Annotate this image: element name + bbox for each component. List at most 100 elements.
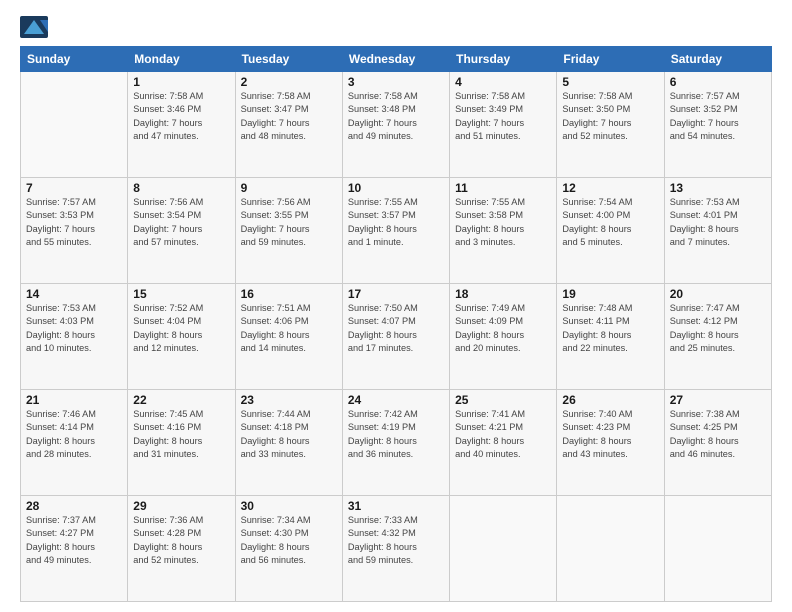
day-info: Sunrise: 7:42 AMSunset: 4:19 PMDaylight:…	[348, 408, 444, 461]
calendar-cell: 8Sunrise: 7:56 AMSunset: 3:54 PMDaylight…	[128, 178, 235, 284]
calendar-cell: 13Sunrise: 7:53 AMSunset: 4:01 PMDayligh…	[664, 178, 771, 284]
day-number: 15	[133, 287, 229, 301]
day-number: 16	[241, 287, 337, 301]
calendar-cell: 18Sunrise: 7:49 AMSunset: 4:09 PMDayligh…	[450, 284, 557, 390]
day-number: 11	[455, 181, 551, 195]
day-number: 8	[133, 181, 229, 195]
calendar-cell: 11Sunrise: 7:55 AMSunset: 3:58 PMDayligh…	[450, 178, 557, 284]
calendar-cell: 2Sunrise: 7:58 AMSunset: 3:47 PMDaylight…	[235, 72, 342, 178]
calendar-cell: 5Sunrise: 7:58 AMSunset: 3:50 PMDaylight…	[557, 72, 664, 178]
day-number: 12	[562, 181, 658, 195]
calendar-cell	[664, 496, 771, 602]
day-number: 5	[562, 75, 658, 89]
day-info: Sunrise: 7:40 AMSunset: 4:23 PMDaylight:…	[562, 408, 658, 461]
calendar-cell: 21Sunrise: 7:46 AMSunset: 4:14 PMDayligh…	[21, 390, 128, 496]
day-number: 30	[241, 499, 337, 513]
day-info: Sunrise: 7:48 AMSunset: 4:11 PMDaylight:…	[562, 302, 658, 355]
day-number: 25	[455, 393, 551, 407]
logo	[20, 16, 52, 38]
day-info: Sunrise: 7:52 AMSunset: 4:04 PMDaylight:…	[133, 302, 229, 355]
day-number: 4	[455, 75, 551, 89]
day-number: 19	[562, 287, 658, 301]
day-info: Sunrise: 7:38 AMSunset: 4:25 PMDaylight:…	[670, 408, 766, 461]
weekday-header-thursday: Thursday	[450, 47, 557, 72]
day-info: Sunrise: 7:58 AMSunset: 3:50 PMDaylight:…	[562, 90, 658, 143]
day-info: Sunrise: 7:37 AMSunset: 4:27 PMDaylight:…	[26, 514, 122, 567]
day-number: 31	[348, 499, 444, 513]
day-info: Sunrise: 7:54 AMSunset: 4:00 PMDaylight:…	[562, 196, 658, 249]
day-number: 20	[670, 287, 766, 301]
weekday-header-tuesday: Tuesday	[235, 47, 342, 72]
day-info: Sunrise: 7:55 AMSunset: 3:57 PMDaylight:…	[348, 196, 444, 249]
day-number: 13	[670, 181, 766, 195]
calendar-cell: 17Sunrise: 7:50 AMSunset: 4:07 PMDayligh…	[342, 284, 449, 390]
weekday-header-wednesday: Wednesday	[342, 47, 449, 72]
weekday-header-sunday: Sunday	[21, 47, 128, 72]
calendar-cell: 19Sunrise: 7:48 AMSunset: 4:11 PMDayligh…	[557, 284, 664, 390]
day-info: Sunrise: 7:49 AMSunset: 4:09 PMDaylight:…	[455, 302, 551, 355]
calendar-cell: 27Sunrise: 7:38 AMSunset: 4:25 PMDayligh…	[664, 390, 771, 496]
calendar-cell: 28Sunrise: 7:37 AMSunset: 4:27 PMDayligh…	[21, 496, 128, 602]
weekday-header-row: SundayMondayTuesdayWednesdayThursdayFrid…	[21, 47, 772, 72]
weekday-header-saturday: Saturday	[664, 47, 771, 72]
logo-icon	[20, 16, 48, 38]
day-info: Sunrise: 7:51 AMSunset: 4:06 PMDaylight:…	[241, 302, 337, 355]
day-info: Sunrise: 7:47 AMSunset: 4:12 PMDaylight:…	[670, 302, 766, 355]
day-number: 2	[241, 75, 337, 89]
calendar-cell: 15Sunrise: 7:52 AMSunset: 4:04 PMDayligh…	[128, 284, 235, 390]
header	[20, 16, 772, 38]
day-number: 26	[562, 393, 658, 407]
day-info: Sunrise: 7:53 AMSunset: 4:01 PMDaylight:…	[670, 196, 766, 249]
day-info: Sunrise: 7:58 AMSunset: 3:47 PMDaylight:…	[241, 90, 337, 143]
calendar-cell	[450, 496, 557, 602]
calendar-cell: 1Sunrise: 7:58 AMSunset: 3:46 PMDaylight…	[128, 72, 235, 178]
day-info: Sunrise: 7:45 AMSunset: 4:16 PMDaylight:…	[133, 408, 229, 461]
calendar-cell: 31Sunrise: 7:33 AMSunset: 4:32 PMDayligh…	[342, 496, 449, 602]
day-info: Sunrise: 7:58 AMSunset: 3:46 PMDaylight:…	[133, 90, 229, 143]
day-info: Sunrise: 7:57 AMSunset: 3:53 PMDaylight:…	[26, 196, 122, 249]
day-info: Sunrise: 7:41 AMSunset: 4:21 PMDaylight:…	[455, 408, 551, 461]
day-info: Sunrise: 7:58 AMSunset: 3:49 PMDaylight:…	[455, 90, 551, 143]
day-number: 29	[133, 499, 229, 513]
calendar-cell: 20Sunrise: 7:47 AMSunset: 4:12 PMDayligh…	[664, 284, 771, 390]
calendar-cell: 9Sunrise: 7:56 AMSunset: 3:55 PMDaylight…	[235, 178, 342, 284]
day-number: 18	[455, 287, 551, 301]
weekday-header-monday: Monday	[128, 47, 235, 72]
week-row-2: 7Sunrise: 7:57 AMSunset: 3:53 PMDaylight…	[21, 178, 772, 284]
day-number: 24	[348, 393, 444, 407]
calendar-cell: 29Sunrise: 7:36 AMSunset: 4:28 PMDayligh…	[128, 496, 235, 602]
day-number: 28	[26, 499, 122, 513]
day-number: 9	[241, 181, 337, 195]
day-number: 14	[26, 287, 122, 301]
day-info: Sunrise: 7:58 AMSunset: 3:48 PMDaylight:…	[348, 90, 444, 143]
calendar-cell: 12Sunrise: 7:54 AMSunset: 4:00 PMDayligh…	[557, 178, 664, 284]
calendar-cell: 16Sunrise: 7:51 AMSunset: 4:06 PMDayligh…	[235, 284, 342, 390]
calendar-cell: 24Sunrise: 7:42 AMSunset: 4:19 PMDayligh…	[342, 390, 449, 496]
day-number: 17	[348, 287, 444, 301]
day-info: Sunrise: 7:46 AMSunset: 4:14 PMDaylight:…	[26, 408, 122, 461]
week-row-4: 21Sunrise: 7:46 AMSunset: 4:14 PMDayligh…	[21, 390, 772, 496]
week-row-3: 14Sunrise: 7:53 AMSunset: 4:03 PMDayligh…	[21, 284, 772, 390]
week-row-5: 28Sunrise: 7:37 AMSunset: 4:27 PMDayligh…	[21, 496, 772, 602]
day-number: 7	[26, 181, 122, 195]
calendar-cell: 6Sunrise: 7:57 AMSunset: 3:52 PMDaylight…	[664, 72, 771, 178]
day-number: 22	[133, 393, 229, 407]
day-number: 10	[348, 181, 444, 195]
calendar-cell: 7Sunrise: 7:57 AMSunset: 3:53 PMDaylight…	[21, 178, 128, 284]
day-info: Sunrise: 7:44 AMSunset: 4:18 PMDaylight:…	[241, 408, 337, 461]
day-info: Sunrise: 7:56 AMSunset: 3:54 PMDaylight:…	[133, 196, 229, 249]
day-number: 3	[348, 75, 444, 89]
day-info: Sunrise: 7:53 AMSunset: 4:03 PMDaylight:…	[26, 302, 122, 355]
calendar-cell: 22Sunrise: 7:45 AMSunset: 4:16 PMDayligh…	[128, 390, 235, 496]
day-info: Sunrise: 7:55 AMSunset: 3:58 PMDaylight:…	[455, 196, 551, 249]
calendar-cell: 14Sunrise: 7:53 AMSunset: 4:03 PMDayligh…	[21, 284, 128, 390]
day-number: 21	[26, 393, 122, 407]
calendar-cell	[557, 496, 664, 602]
calendar: SundayMondayTuesdayWednesdayThursdayFrid…	[20, 46, 772, 602]
day-number: 23	[241, 393, 337, 407]
day-info: Sunrise: 7:57 AMSunset: 3:52 PMDaylight:…	[670, 90, 766, 143]
calendar-cell: 23Sunrise: 7:44 AMSunset: 4:18 PMDayligh…	[235, 390, 342, 496]
day-info: Sunrise: 7:34 AMSunset: 4:30 PMDaylight:…	[241, 514, 337, 567]
calendar-cell	[21, 72, 128, 178]
day-info: Sunrise: 7:50 AMSunset: 4:07 PMDaylight:…	[348, 302, 444, 355]
